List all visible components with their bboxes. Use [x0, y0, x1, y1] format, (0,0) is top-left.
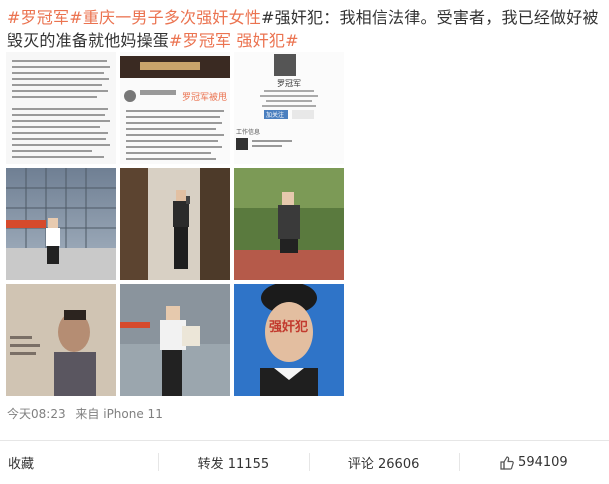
- repost-button[interactable]: 转发 11155: [158, 441, 308, 484]
- post-time[interactable]: 今天08:23: [7, 407, 66, 421]
- like-button[interactable]: 594109: [458, 441, 609, 484]
- photo-certificate-street[interactable]: [120, 284, 230, 396]
- photo-old-id[interactable]: [6, 284, 116, 396]
- thumbs-up-icon: [500, 455, 514, 470]
- photo-outdoor-portrait[interactable]: [234, 168, 344, 280]
- favorite-button[interactable]: 收藏: [0, 441, 158, 484]
- profile-name: 罗冠军: [277, 79, 301, 88]
- photo-mirror-selfie[interactable]: [120, 168, 230, 280]
- action-bar: 收藏 转发 11155 评论 26606 594109: [0, 441, 609, 484]
- screenshot-title: 罗冠军被甩: [182, 91, 227, 103]
- comment-button[interactable]: 评论 26606: [308, 441, 459, 484]
- follow-label: 加关注: [266, 111, 284, 119]
- section-label: 工作信息: [236, 128, 260, 136]
- hashtag-chongqing[interactable]: #重庆一男子多次强奸女性: [69, 8, 261, 27]
- repost-label: 转发 11155: [197, 457, 270, 472]
- image-grid: 罗冠军被甩 罗冠军 加关注 工作信息 强奸犯: [6, 52, 346, 396]
- image-screenshot-2[interactable]: 罗冠军被甩: [120, 52, 230, 164]
- hashtag-luoguanjun-qjf[interactable]: #罗冠军 强奸犯#: [169, 31, 299, 50]
- like-count: 594109: [518, 455, 568, 470]
- cert-stamp-text: 强奸犯: [269, 320, 309, 335]
- post-source: 来自 iPhone 11: [75, 407, 163, 421]
- favorite-label: 收藏: [8, 457, 35, 472]
- image-screenshot-1[interactable]: [6, 52, 116, 164]
- photo-id-blue[interactable]: 强奸犯: [234, 284, 344, 396]
- image-profile-screenshot[interactable]: 罗冠军 加关注 工作信息: [234, 52, 344, 164]
- photo-building-front[interactable]: [6, 168, 116, 280]
- post-meta: 今天08:23 来自 iPhone 11: [7, 405, 169, 422]
- post-text: #罗冠军#重庆一男子多次强奸女性#强奸犯：我相信法律。受害者，我已经做好被毁灭的…: [7, 6, 603, 52]
- hashtag-luoguanjun[interactable]: #罗冠军: [7, 8, 69, 27]
- comment-label: 评论 26606: [347, 457, 420, 472]
